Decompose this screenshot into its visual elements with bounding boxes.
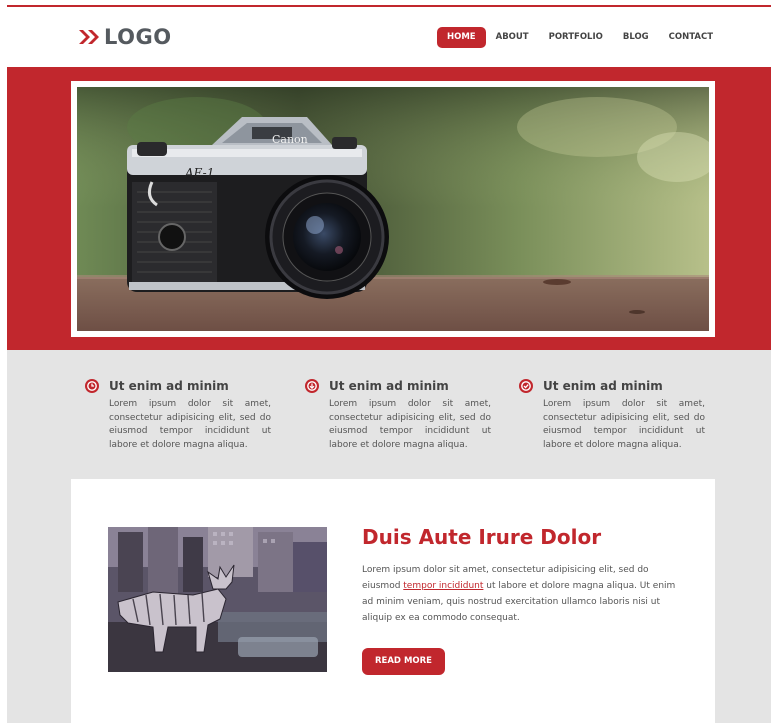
feature-item: Ut enim ad minim Lorem ipsum dolor sit a… (85, 378, 275, 452)
nav-home[interactable]: HOME (437, 27, 486, 48)
page: LOGO HOME ABOUT PORTFOLIO BLOG CONTACT A… (7, 5, 771, 723)
logo[interactable]: LOGO (78, 25, 172, 49)
features-section: Ut enim ad minim Lorem ipsum dolor sit a… (7, 350, 771, 479)
hero-section: AE-1 Canon (7, 67, 771, 350)
feature-title: Ut enim ad minim (329, 379, 449, 393)
feature-text: Lorem ipsum dolor sit amet, consectetur … (543, 399, 705, 450)
logo-text: LOGO (104, 25, 172, 49)
hero-photo-frame: AE-1 Canon (71, 81, 715, 337)
feature-header: Ut enim ad minim (85, 378, 275, 394)
site-header: LOGO HOME ABOUT PORTFOLIO BLOG CONTACT (7, 7, 771, 67)
read-more-button[interactable]: READ MORE (362, 648, 445, 675)
content-title: Duis Aute Irure Dolor (362, 525, 602, 549)
feature-title: Ut enim ad minim (543, 379, 663, 393)
arrow-down-circle-icon (305, 379, 319, 393)
clock-icon (85, 379, 99, 393)
feature-header: Ut enim ad minim (305, 378, 495, 394)
svg-text:AE-1: AE-1 (184, 166, 214, 180)
feature-title: Ut enim ad minim (109, 379, 229, 393)
feature-text: Lorem ipsum dolor sit amet, consectetur … (329, 399, 491, 450)
nav-portfolio[interactable]: PORTFOLIO (539, 27, 613, 48)
content-inline-link[interactable]: tempor incididunt (403, 581, 483, 591)
hero-camera-photo: AE-1 Canon (77, 87, 709, 331)
content-photo[interactable] (108, 527, 327, 672)
feature-header: Ut enim ad minim (519, 378, 709, 394)
main-nav: HOME ABOUT PORTFOLIO BLOG CONTACT (437, 27, 723, 48)
svg-text:Canon: Canon (272, 133, 308, 146)
nav-about[interactable]: ABOUT (486, 27, 539, 48)
double-chevron-right-icon (79, 30, 99, 44)
check-circle-icon (519, 379, 533, 393)
content-text: Lorem ipsum dolor sit amet, consectetur … (362, 562, 682, 626)
feature-text: Lorem ipsum dolor sit amet, consectetur … (109, 399, 271, 450)
feature-item: Ut enim ad minim Lorem ipsum dolor sit a… (305, 378, 495, 452)
content-section: Duis Aute Irure Dolor Lorem ipsum dolor … (71, 479, 715, 723)
nav-contact[interactable]: CONTACT (659, 27, 723, 48)
feature-item: Ut enim ad minim Lorem ipsum dolor sit a… (519, 378, 709, 452)
nav-blog[interactable]: BLOG (613, 27, 659, 48)
